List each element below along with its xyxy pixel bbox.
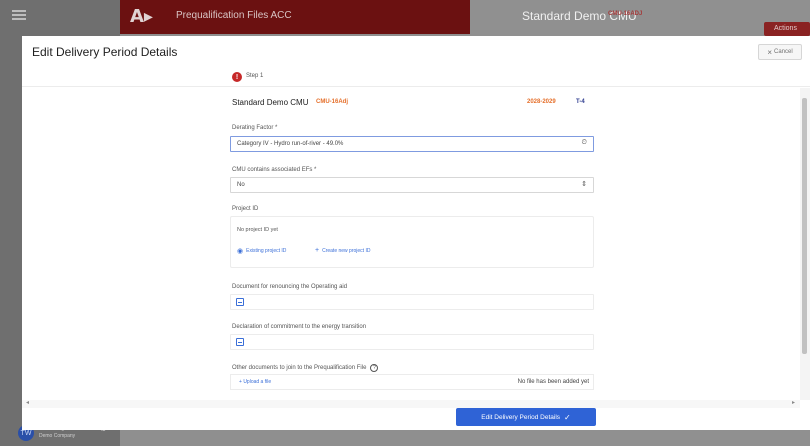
modal-header: Edit Delivery Period Details × Cancel <box>22 36 810 68</box>
edit-delivery-period-modal: Edit Delivery Period Details × Cancel ! … <box>22 36 810 430</box>
project-id-label: Project ID <box>232 206 259 212</box>
decl-commitment-upload[interactable] <box>230 334 594 350</box>
create-project-link[interactable]: + Create new project ID <box>315 247 370 254</box>
cmu-name: Standard Demo CMU <box>232 98 309 107</box>
step-label[interactable]: Step 1 <box>246 73 263 79</box>
scroll-left-icon[interactable]: ◂ <box>26 399 29 406</box>
delivery-years: 2028-2029 <box>527 99 556 105</box>
app-logo: A▸ <box>130 6 153 27</box>
modal-footer: Edit Delivery Period Details ✓ <box>22 408 810 430</box>
upload-file-link[interactable]: + Upload a file <box>239 379 271 385</box>
cancel-button[interactable]: × Cancel <box>758 44 802 60</box>
derating-value: Category IV - Hydro run-of-river - 49.0% <box>237 141 344 147</box>
vertical-scrollbar[interactable] <box>800 88 810 400</box>
hamburger-icon[interactable] <box>12 10 26 20</box>
doc-renounce-label: Document for renouncing the Operating ai… <box>232 284 348 290</box>
eye-icon: ◉ <box>237 248 244 255</box>
auction-type: T-4 <box>576 99 585 105</box>
clock-icon: ⏲ <box>581 139 587 146</box>
scroll-right-icon[interactable]: ▸ <box>792 399 795 406</box>
user-company: Demo Company <box>39 433 76 439</box>
edit-delivery-period-button[interactable]: Edit Delivery Period Details ✓ <box>456 408 596 426</box>
cmu-contains-value: No <box>237 182 245 188</box>
cmu-badge: CMU-16Adj <box>316 99 349 105</box>
modal-title: Edit Delivery Period Details <box>32 45 178 59</box>
create-project-label: Create new project ID <box>322 247 371 254</box>
other-docs-upload: + Upload a file No file has been added y… <box>230 374 594 390</box>
plus-icon: + <box>315 247 320 254</box>
existing-project-label: Existing project ID <box>246 248 287 254</box>
detail-badge: CMU-16ADJ <box>608 11 643 17</box>
derating-select[interactable]: Category IV - Hydro run-of-river - 49.0%… <box>230 136 594 152</box>
cancel-label: Cancel <box>773 49 793 55</box>
actions-button[interactable]: Actions <box>764 22 810 36</box>
chevron-updown-icon: ⇕ <box>581 181 587 188</box>
other-docs-label: Other documents to join to the Prequalif… <box>232 365 367 371</box>
decl-commitment-label: Declaration of commitment to the energy … <box>232 324 367 330</box>
app-title: Prequalification Files ACC <box>176 10 292 21</box>
project-id-box: No project ID yet ◉ Existing project ID … <box>230 216 594 268</box>
check-icon: ✓ <box>564 412 571 422</box>
document-icon <box>236 298 244 306</box>
scrollbar-thumb[interactable] <box>802 98 807 354</box>
cmu-header: Standard Demo CMU CMU-16Adj 2028-2029 T-… <box>232 98 594 112</box>
doc-renounce-upload[interactable] <box>230 294 594 310</box>
existing-project-link[interactable]: ◉ Existing project ID <box>237 247 286 255</box>
derating-label: Derating Factor * <box>232 125 278 131</box>
modal-content: Standard Demo CMU CMU-16Adj 2028-2029 T-… <box>22 88 810 400</box>
stepper: ! Step 1 <box>22 68 810 87</box>
cmu-contains-select[interactable]: No ⇕ <box>230 177 594 193</box>
no-project-text: No project ID yet <box>237 227 278 233</box>
no-file-text: No file has been added yet <box>517 379 589 385</box>
step-error-icon: ! <box>232 72 242 82</box>
horizontal-scrollbar[interactable]: ◂ ▸ <box>22 400 800 408</box>
upload-file-label: Upload a file <box>243 379 272 385</box>
submit-label: Edit Delivery Period Details <box>481 413 561 421</box>
help-icon[interactable]: ? <box>370 364 379 372</box>
close-icon: × <box>767 47 772 57</box>
other-docs-row: Other documents to join to the Prequalif… <box>232 364 379 372</box>
document-icon <box>236 338 244 346</box>
top-bar <box>120 0 470 34</box>
cmu-contains-label: CMU contains associated EFs * <box>232 167 317 173</box>
